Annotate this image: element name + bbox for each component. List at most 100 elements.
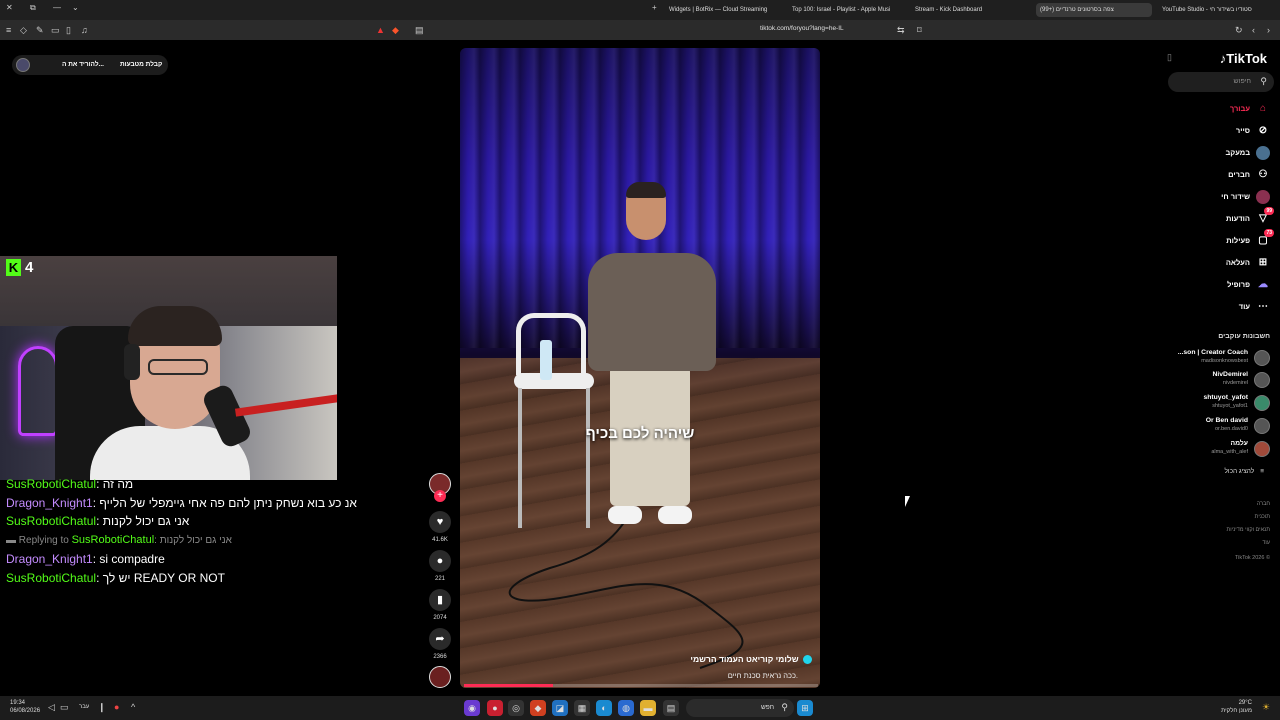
account-item[interactable]: shtuyot_yafot shtuyot_yafot1 (1160, 393, 1270, 413)
translate-icon[interactable]: ⇆ (897, 24, 905, 36)
comment-icon[interactable]: ● (429, 550, 451, 572)
video-author[interactable]: שלומי קוריאט העמוד הרשמי (690, 654, 812, 665)
follow-plus-icon[interactable]: + (434, 490, 446, 502)
minimize-icon[interactable]: — (53, 3, 61, 12)
search-icon[interactable]: ⚲ (1260, 76, 1267, 87)
browser-toolbar: ≡ ◇ ✎ ▭ ▯ ♫ ▲ ◆ ▤ tiktok.com/foryou?lang… (0, 20, 1280, 40)
video-progress-fill (464, 684, 553, 687)
forward-icon[interactable]: › (1267, 24, 1270, 36)
page-icon[interactable]: ▤ (415, 24, 424, 36)
pen-icon[interactable]: ✎ (36, 24, 44, 36)
volume-icon[interactable]: ◁ (48, 702, 55, 713)
app-icon[interactable]: ◎ (508, 700, 524, 716)
tab-tiktok[interactable]: (99+) צפה בסרטונים טרנדיים (1036, 3, 1152, 17)
tab-botrix[interactable]: Widgets | BotRix — Cloud Streaming (669, 3, 769, 17)
activity-badge: 73 (1264, 229, 1274, 237)
chat-overlay: SusRoboti​Chatul: מה זה Dragon_Knight1: … (6, 475, 406, 587)
footer-link[interactable]: חברה (1257, 501, 1270, 507)
tab-list-icon[interactable]: ⌄ (72, 3, 79, 12)
app-icon[interactable]: ◍ (618, 700, 634, 716)
share-button[interactable]: ➦ 2366 (428, 628, 452, 660)
tab-icon[interactable]: ▭ (51, 24, 60, 36)
chat-username: Dragon_Knight1 (6, 495, 93, 510)
bookmark-icon[interactable]: ⌑ (917, 24, 922, 36)
shield-icon[interactable]: ◇ (20, 24, 27, 36)
app-icon[interactable]: ◉ (464, 700, 480, 716)
weather-widget[interactable]: 29°C מעונן חלקית (1221, 699, 1252, 715)
heart-icon[interactable]: ♥ (429, 511, 451, 533)
footer-link[interactable]: תנאים וקווי מדיניות (1226, 527, 1270, 533)
mic-icon[interactable]: ❙ (98, 702, 106, 713)
account-item[interactable]: Or Ben david or.ben.david0 (1160, 416, 1270, 436)
app-icon[interactable]: ◪ (552, 700, 568, 716)
video-description: ככה נראית סכנת חיים. (727, 671, 798, 680)
account-item[interactable]: ...son | Creator Coach madisonknowsbest (1160, 348, 1270, 368)
new-tab-icon[interactable]: + (652, 3, 657, 12)
comment-button[interactable]: ● 221 (428, 550, 452, 582)
back-icon[interactable]: ‹ (1252, 24, 1255, 36)
store-icon[interactable]: ▦ (574, 700, 590, 716)
like-button[interactable]: ♥ 41.6K (428, 511, 452, 543)
close-icon[interactable]: ✕ (6, 3, 13, 12)
chat-text: si compadre (99, 552, 165, 566)
video-caption: שיהיה לכם בכיף (585, 425, 695, 442)
live-icon (1256, 190, 1270, 204)
tray-app-icon[interactable]: ● (114, 702, 119, 712)
music-disc-icon[interactable] (429, 666, 451, 688)
taskbar-search[interactable]: חפש ⚲ (686, 699, 794, 717)
chat-text: אנ כע בוא נשחק ניתן להם פה אחי גיימפלי ש… (99, 495, 357, 510)
app-icon[interactable]: ● (487, 700, 503, 716)
video-progress-bar[interactable] (464, 684, 818, 687)
profile-icon: ☁ (1258, 279, 1268, 290)
chat-text: אני גם יכול לקנות (102, 514, 190, 528)
taskbar: 19:34 06/08/2026 ◁ ▭ עבר ❙ ● ^ ◉ ● ◎ ◆ ◪ … (0, 696, 1280, 720)
music-disc[interactable] (428, 666, 452, 688)
chat-reply-indicator: ▬ Replying to SusRoboti​Chatul: אני גם י… (6, 533, 232, 546)
tab-youtube-studio[interactable]: YouTube Studio - סטודיו בשידור חי (1162, 3, 1278, 17)
share-count: 2366 (433, 654, 447, 660)
brave-shield-icon[interactable]: ◆ (392, 24, 399, 36)
chat-text: יש לך READY OR NOT (102, 570, 225, 585)
start-icon[interactable]: ⊞ (797, 700, 813, 716)
see-all-link[interactable]: להציג הכול ≡ (1224, 468, 1270, 475)
alert-icon[interactable]: ▲ (376, 24, 385, 36)
avatar (1254, 441, 1270, 457)
chevron-up-icon[interactable]: ^ (131, 702, 135, 712)
search-input[interactable]: חיפוש ⚲ (1168, 72, 1274, 92)
download-app-link[interactable]: להוריד את ה... (62, 61, 104, 68)
video-player[interactable]: שיהיה לכם בכיף שלומי קוריאט העמוד הרשמי … (460, 48, 820, 688)
language-indicator[interactable]: עבר (79, 704, 89, 710)
tiktok-logo[interactable]: ♪TikTok (1220, 51, 1267, 66)
reload-icon[interactable]: ↻ (1235, 24, 1243, 36)
webcam-feed (0, 256, 337, 480)
account-item[interactable]: עלמה alma_with_alef (1160, 439, 1270, 459)
network-icon[interactable]: ▭ (60, 702, 69, 713)
footer-link[interactable]: תוכנית (1255, 514, 1270, 520)
water-bottle (540, 340, 552, 380)
menu-icon[interactable]: ≡ (6, 24, 11, 36)
tab-kick-dashboard[interactable]: Stream - Kick Dashboard (915, 3, 1005, 17)
restore-icon[interactable]: ⧉ (30, 3, 36, 13)
collapse-sidebar-icon[interactable]: ▯ (1167, 52, 1172, 63)
mouse-cursor (905, 496, 910, 507)
creator-avatar[interactable]: + (428, 473, 452, 502)
address-bar[interactable]: tiktok.com/foryou?lang=he-IL (760, 25, 844, 32)
account-item[interactable]: NivDemirel nivdemirel (1160, 370, 1270, 390)
browser-tab-strip: ✕ ⧉ — ⌄ + Widgets | BotRix — Cloud Strea… (0, 0, 1280, 20)
coins-pill[interactable]: להוריד את ה... קבלת מטבעות (12, 55, 168, 75)
brave-icon[interactable]: ◆ (530, 700, 546, 716)
share-icon[interactable]: ➦ (429, 628, 451, 650)
folder-icon[interactable]: ▬ (640, 700, 656, 716)
footer-link[interactable]: עוד (1262, 540, 1270, 546)
music-icon[interactable]: ♫ (81, 24, 88, 36)
tab-apple-music[interactable]: Top 100: Israel - Playlist - Apple Music (792, 3, 890, 17)
save-button[interactable]: ▮ 2074 (428, 589, 452, 621)
sidebar-icon[interactable]: ▯ (66, 24, 71, 36)
app-icon[interactable]: ▤ (663, 700, 679, 716)
get-coins-link[interactable]: קבלת מטבעות (120, 61, 162, 68)
author-name[interactable]: שלומי קוריאט העמוד הרשמי (690, 654, 798, 664)
clock[interactable]: 19:34 06/08/2026 (10, 699, 40, 715)
chat-message: Dragon_Knight1: si compadre (6, 552, 165, 566)
edge-icon[interactable]: ◐ (596, 700, 612, 716)
bookmark-icon[interactable]: ▮ (429, 589, 451, 611)
